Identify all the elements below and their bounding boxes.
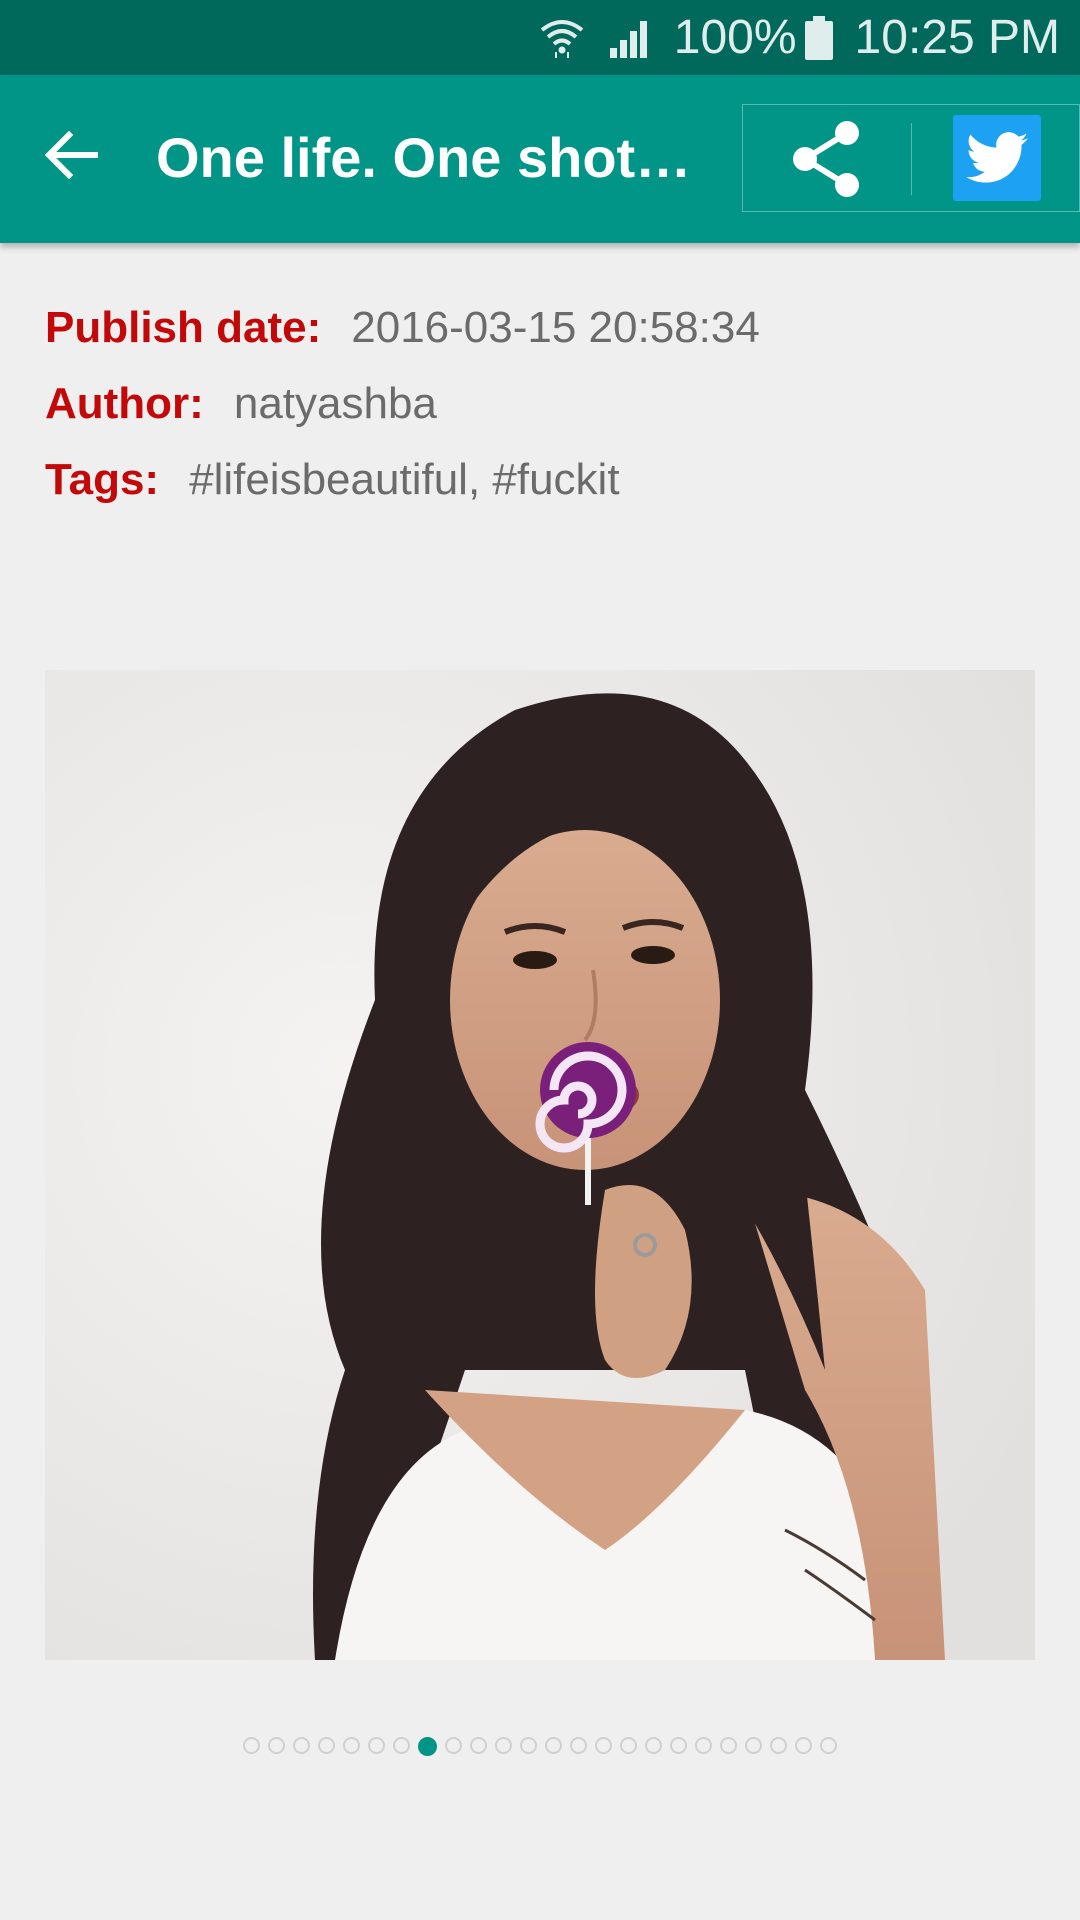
pager-dot[interactable] (470, 1737, 487, 1754)
share-icon (793, 121, 859, 197)
pager-dot[interactable] (393, 1737, 410, 1754)
pager-dot-active[interactable] (418, 1737, 437, 1756)
pager-dot[interactable] (268, 1737, 285, 1754)
publish-date-row: Publish date: 2016-03-15 20:58:34 (45, 290, 760, 366)
tags-label: Tags: (45, 455, 160, 504)
pager-dot[interactable] (595, 1737, 612, 1754)
publish-date-value: 2016-03-15 20:58:34 (351, 303, 760, 352)
pager-dot[interactable] (368, 1737, 385, 1754)
twitter-button[interactable] (953, 115, 1041, 201)
pager-dot[interactable] (670, 1737, 687, 1754)
status-time: 10:25 PM (854, 11, 1060, 64)
post-details: Publish date: 2016-03-15 20:58:34 Author… (45, 290, 760, 518)
pager-dot[interactable] (243, 1737, 260, 1754)
action-group (742, 104, 1080, 212)
pager-dot[interactable] (770, 1737, 787, 1754)
pager-dot[interactable] (343, 1737, 360, 1754)
wifi-icon (538, 16, 586, 60)
twitter-icon (966, 132, 1028, 183)
battery-percent: 100% (673, 11, 797, 64)
status-bar: 100% 10:25 PM (0, 0, 1080, 75)
tags-value[interactable]: #lifeisbeautiful, #fuckit (189, 455, 619, 505)
post-photo[interactable] (45, 670, 1035, 1660)
publish-date-label: Publish date: (45, 303, 322, 352)
pager-dot[interactable] (570, 1737, 587, 1754)
action-divider (911, 123, 912, 195)
app-bar: One life. One shot. … (0, 75, 1080, 243)
pager-dot[interactable] (520, 1737, 537, 1754)
pager-dot[interactable] (445, 1737, 462, 1754)
battery-icon (804, 15, 833, 60)
signal-icon (608, 18, 652, 58)
pager-dot[interactable] (720, 1737, 737, 1754)
pager-dot[interactable] (745, 1737, 762, 1754)
back-button[interactable] (36, 119, 108, 191)
author-row: Author: natyashba (45, 366, 760, 442)
pager-dot[interactable] (620, 1737, 637, 1754)
author-value[interactable]: natyashba (234, 379, 437, 429)
page-title: One life. One shot. … (156, 126, 696, 189)
pager-dot[interactable] (293, 1737, 310, 1754)
pager-dot[interactable] (695, 1737, 712, 1754)
share-button[interactable] (785, 117, 869, 201)
author-label: Author: (45, 379, 204, 428)
pager-dot[interactable] (795, 1737, 812, 1754)
pager-dot[interactable] (495, 1737, 512, 1754)
back-arrow-icon (45, 131, 98, 179)
pager-dot[interactable] (645, 1737, 662, 1754)
image-pager (0, 1737, 1080, 1759)
pager-dot[interactable] (820, 1737, 837, 1754)
pager-dot[interactable] (318, 1737, 335, 1754)
tags-row: Tags: #lifeisbeautiful, #fuckit (45, 442, 760, 518)
pager-dot[interactable] (545, 1737, 562, 1754)
